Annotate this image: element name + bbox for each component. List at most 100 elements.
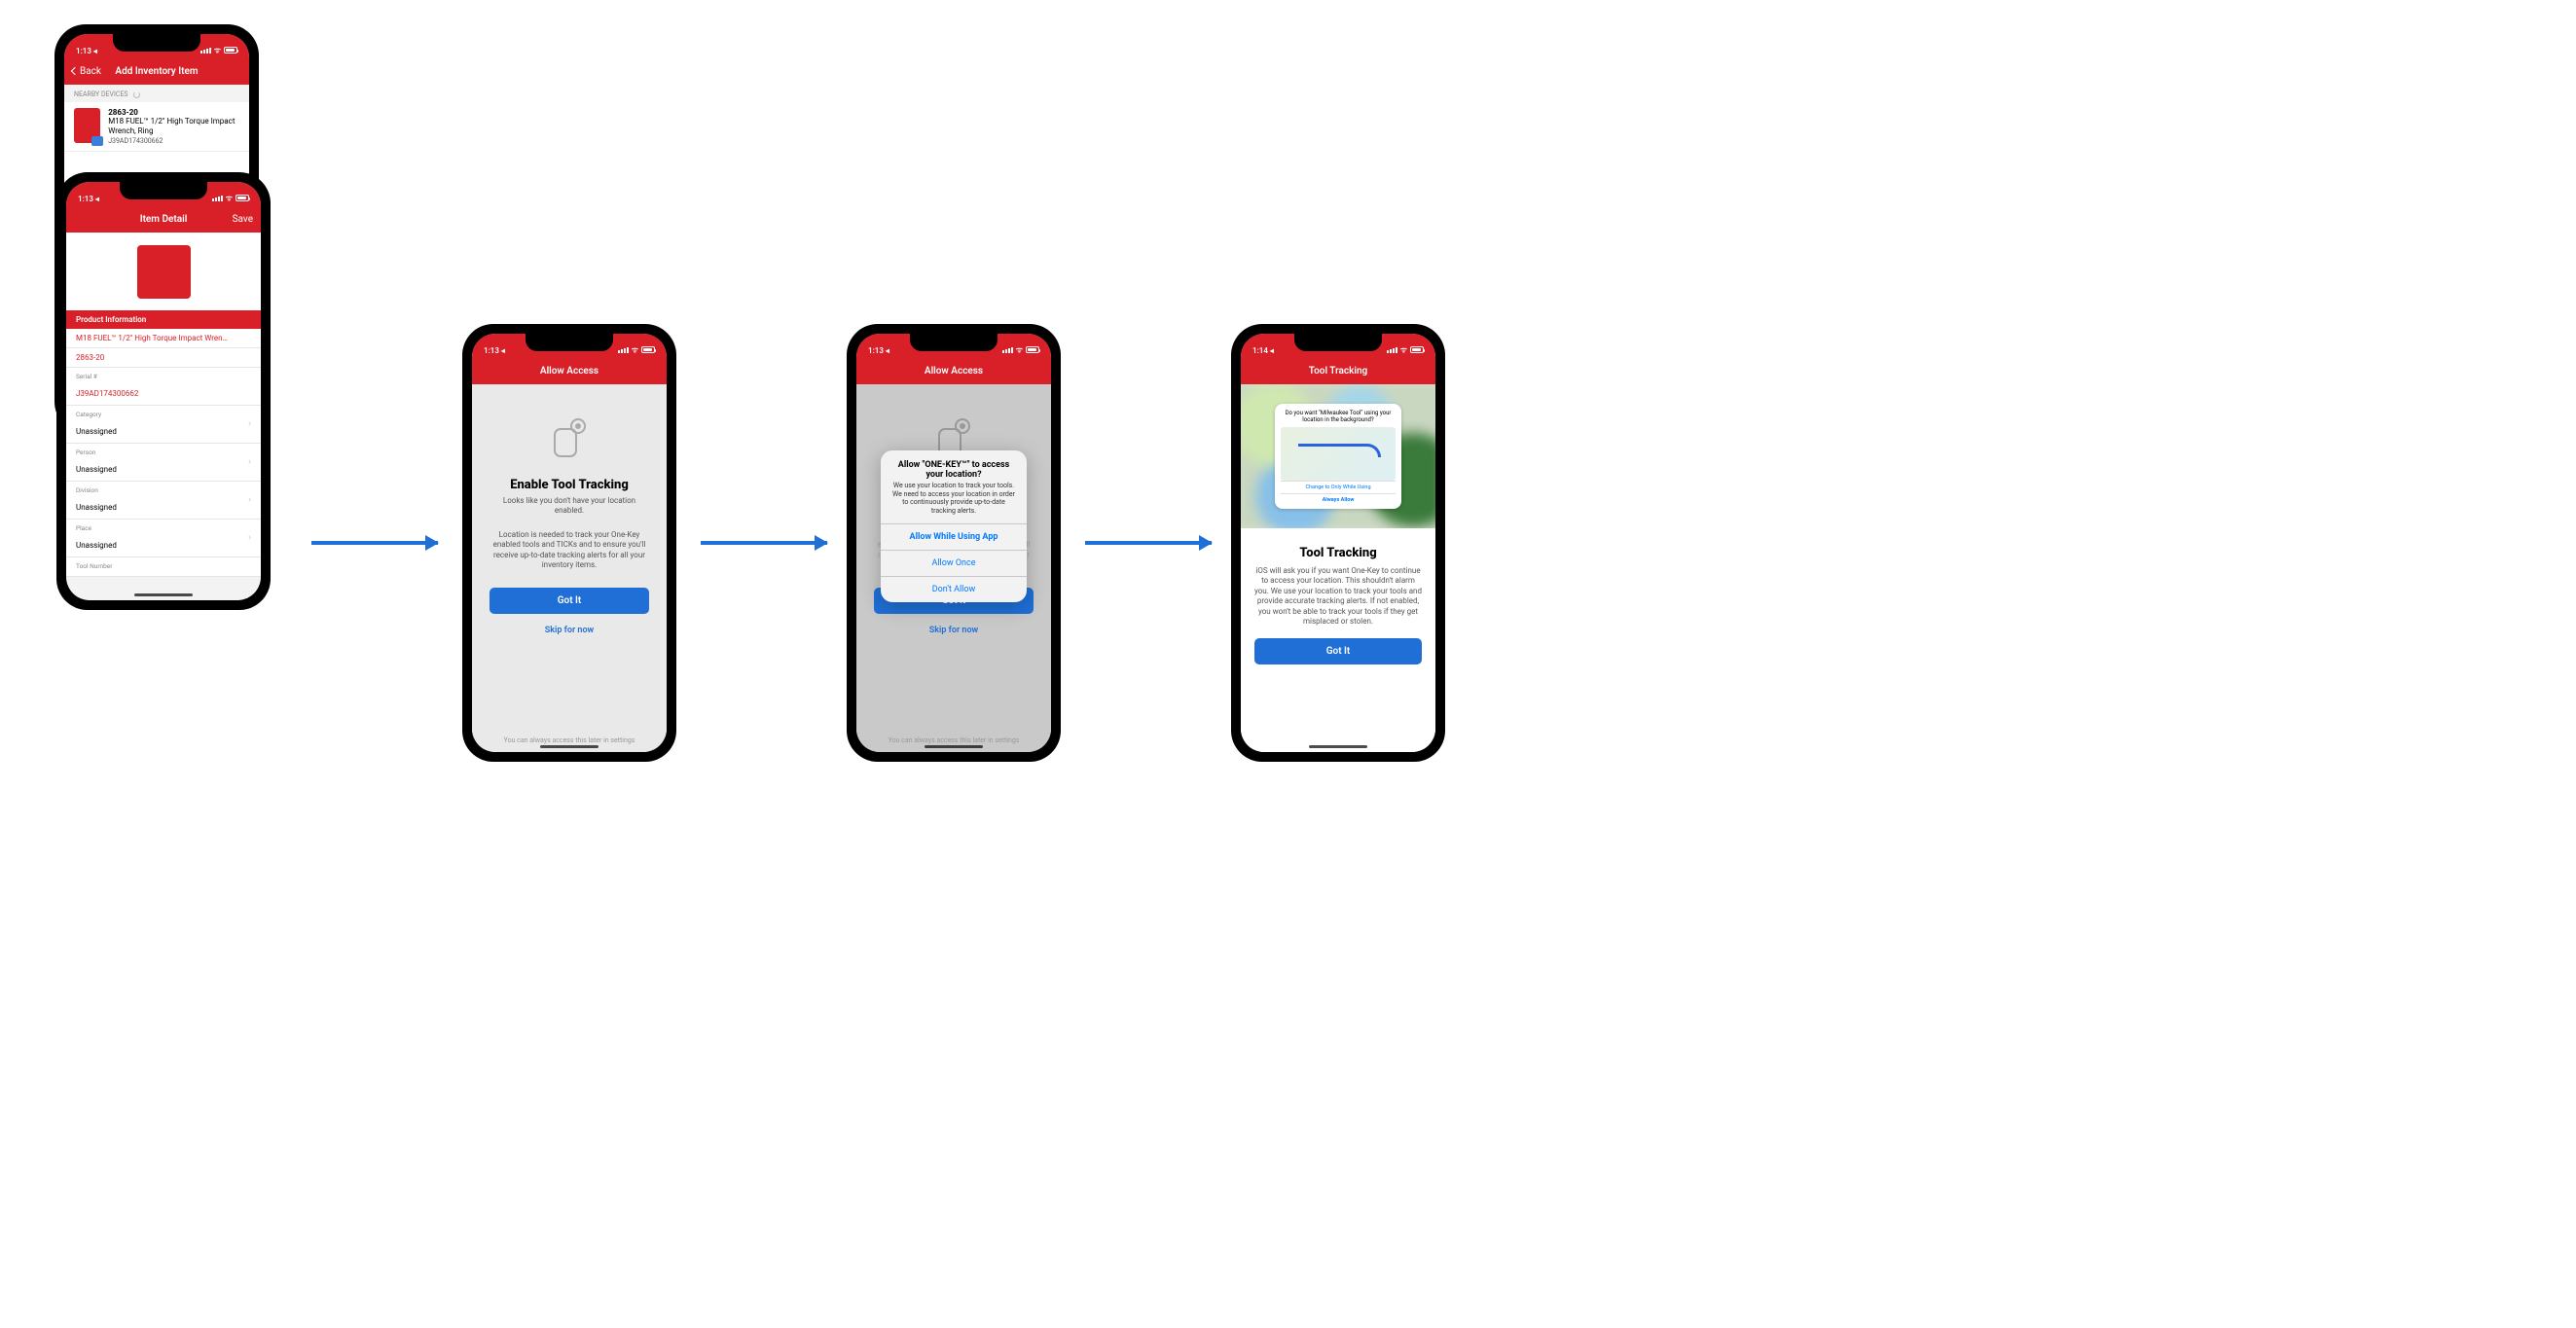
device-name: M18 FUEL™ 1/2" High Torque Impact Wrench…: [108, 117, 239, 135]
status-time: 1:13 ◂: [76, 47, 97, 55]
notch: [120, 182, 207, 199]
heading: Tool Tracking: [1299, 546, 1376, 560]
alert-allow-while-using[interactable]: Allow While Using App: [881, 523, 1027, 550]
notch: [113, 34, 200, 52]
alert-message: We use your location to track your tools…: [881, 482, 1027, 523]
nav-title: Add Inventory Item: [115, 66, 198, 77]
mock-permission-card: Do you want "Milwaukee Tool" using your …: [1275, 404, 1401, 509]
device-list-item[interactable]: 2863-20 M18 FUEL™ 1/2" High Torque Impac…: [64, 102, 249, 152]
subheading: Looks like you don't have your location …: [490, 496, 649, 517]
signal-icon: [200, 48, 211, 54]
status-time: 1:13 ◂: [78, 195, 99, 203]
device-thumbnail: [74, 108, 100, 143]
got-it-button[interactable]: Got It: [1254, 638, 1422, 664]
nav-bar: Back Add Inventory Item: [64, 57, 249, 85]
description: iOS will ask you if you want One-Key to …: [1254, 566, 1422, 627]
tool-location-icon: [545, 413, 594, 466]
home-indicator[interactable]: [134, 593, 193, 596]
signal-icon: [212, 196, 223, 201]
wifi-icon: ᯤ: [226, 193, 233, 203]
product-info-header: Product Information: [66, 310, 261, 329]
nav-bar: Allow Access: [472, 357, 667, 384]
product-image-area: [66, 233, 261, 310]
flow-arrow-3: [1085, 541, 1212, 545]
chevron-left-icon: [71, 67, 79, 75]
status-right: ᯤ: [200, 45, 237, 55]
footnote: You can always access this later in sett…: [504, 736, 635, 744]
wifi-icon: ᯤ: [214, 45, 221, 55]
section-nearby-devices: NEARBY DEVICES: [64, 85, 249, 102]
skip-button-bg: Skip for now: [929, 626, 978, 635]
home-indicator[interactable]: [925, 745, 983, 748]
field-product-name[interactable]: M18 FUEL™ 1/2" High Torque Impact Wren…: [66, 329, 261, 348]
tool-image: [137, 245, 191, 299]
phone-allow-access: 1:13 ◂ ᯤ Allow Access Enable Tool Tracki…: [462, 324, 676, 762]
got-it-button[interactable]: Got It: [490, 588, 649, 614]
phone-item-detail: 1:13 ◂ ᯤ Item Detail Save Product Inform…: [56, 172, 271, 610]
skip-button[interactable]: Skip for now: [545, 626, 594, 635]
content-area: Enable Tool Tracking Looks like you don'…: [472, 384, 667, 752]
field-model[interactable]: 2863-20: [66, 348, 261, 368]
mock-map: [1281, 427, 1396, 481]
status-time: 1:13 ◂: [484, 346, 505, 355]
save-button[interactable]: Save: [233, 214, 253, 225]
chevron-right-icon: ›: [248, 457, 251, 468]
description: Location is needed to track your One-Key…: [490, 530, 649, 571]
battery-icon: [1026, 346, 1039, 353]
status-time: 1:14 ◂: [1252, 346, 1274, 355]
illustration-area: Do you want "Milwaukee Tool" using your …: [1241, 384, 1435, 528]
wifi-icon: ᯤ: [632, 344, 638, 355]
phone-location-prompt: 1:13 ◂ ᯤ Allow Access Enable Tool Tracki…: [847, 324, 1061, 762]
chevron-right-icon: ›: [248, 419, 251, 430]
wifi-icon: ᯤ: [1016, 344, 1023, 355]
nav-title: Allow Access: [540, 366, 599, 377]
field-category[interactable]: Category Unassigned ›: [66, 406, 261, 444]
alert-dont-allow[interactable]: Don't Allow: [881, 576, 1027, 602]
mock-option-change: Change to Only While Using: [1281, 481, 1396, 493]
nav-title: Allow Access: [925, 366, 983, 377]
nav-title: Item Detail: [140, 214, 188, 225]
spinner-icon: [133, 91, 140, 98]
status-right: ᯤ: [618, 344, 655, 355]
mock-card-title: Do you want "Milwaukee Tool" using your …: [1281, 410, 1396, 423]
nav-bar: Allow Access: [856, 357, 1051, 384]
status-time: 1:13 ◂: [868, 346, 889, 355]
field-person[interactable]: Person Unassigned ›: [66, 444, 261, 482]
signal-icon: [1387, 347, 1397, 353]
status-right: ᯤ: [1002, 344, 1039, 355]
field-tool-number[interactable]: Tool Number: [66, 557, 261, 577]
chevron-right-icon: ›: [248, 533, 251, 544]
content-area: Tool Tracking iOS will ask you if you wa…: [1241, 528, 1435, 752]
home-indicator[interactable]: [1309, 745, 1367, 748]
field-serial[interactable]: Serial # J39AD174300662: [66, 368, 261, 406]
nav-title: Tool Tracking: [1309, 366, 1368, 377]
flow-arrow-1: [311, 541, 438, 545]
battery-icon: [641, 346, 655, 353]
device-serial: J39AD174300662: [108, 137, 239, 145]
home-indicator[interactable]: [540, 745, 599, 748]
signal-icon: [618, 347, 629, 353]
flow-arrow-2: [701, 541, 827, 545]
nav-bar: Tool Tracking: [1241, 357, 1435, 384]
notch: [1294, 334, 1382, 351]
battery-icon: [1410, 346, 1424, 353]
wifi-icon: ᯤ: [1400, 344, 1407, 355]
chevron-right-icon: ›: [248, 495, 251, 506]
heading: Enable Tool Tracking: [510, 478, 629, 492]
mock-option-always: Always Allow: [1281, 493, 1396, 506]
device-model: 2863-20: [108, 108, 239, 117]
alert-allow-once[interactable]: Allow Once: [881, 550, 1027, 576]
field-place[interactable]: Place Unassigned ›: [66, 520, 261, 557]
signal-icon: [1002, 347, 1013, 353]
ios-location-alert: Allow "ONE-KEY™" to access your location…: [881, 450, 1027, 602]
battery-icon: [236, 195, 249, 201]
field-division[interactable]: Division Unassigned ›: [66, 482, 261, 520]
footnote: You can always access this later in sett…: [889, 736, 1020, 744]
status-right: ᯤ: [212, 193, 249, 203]
notch: [526, 334, 613, 351]
back-button[interactable]: Back: [72, 66, 101, 77]
notch: [910, 334, 998, 351]
status-right: ᯤ: [1387, 344, 1424, 355]
nav-bar: Item Detail Save: [66, 205, 261, 233]
alert-title: Allow "ONE-KEY™" to access your location…: [881, 450, 1027, 482]
